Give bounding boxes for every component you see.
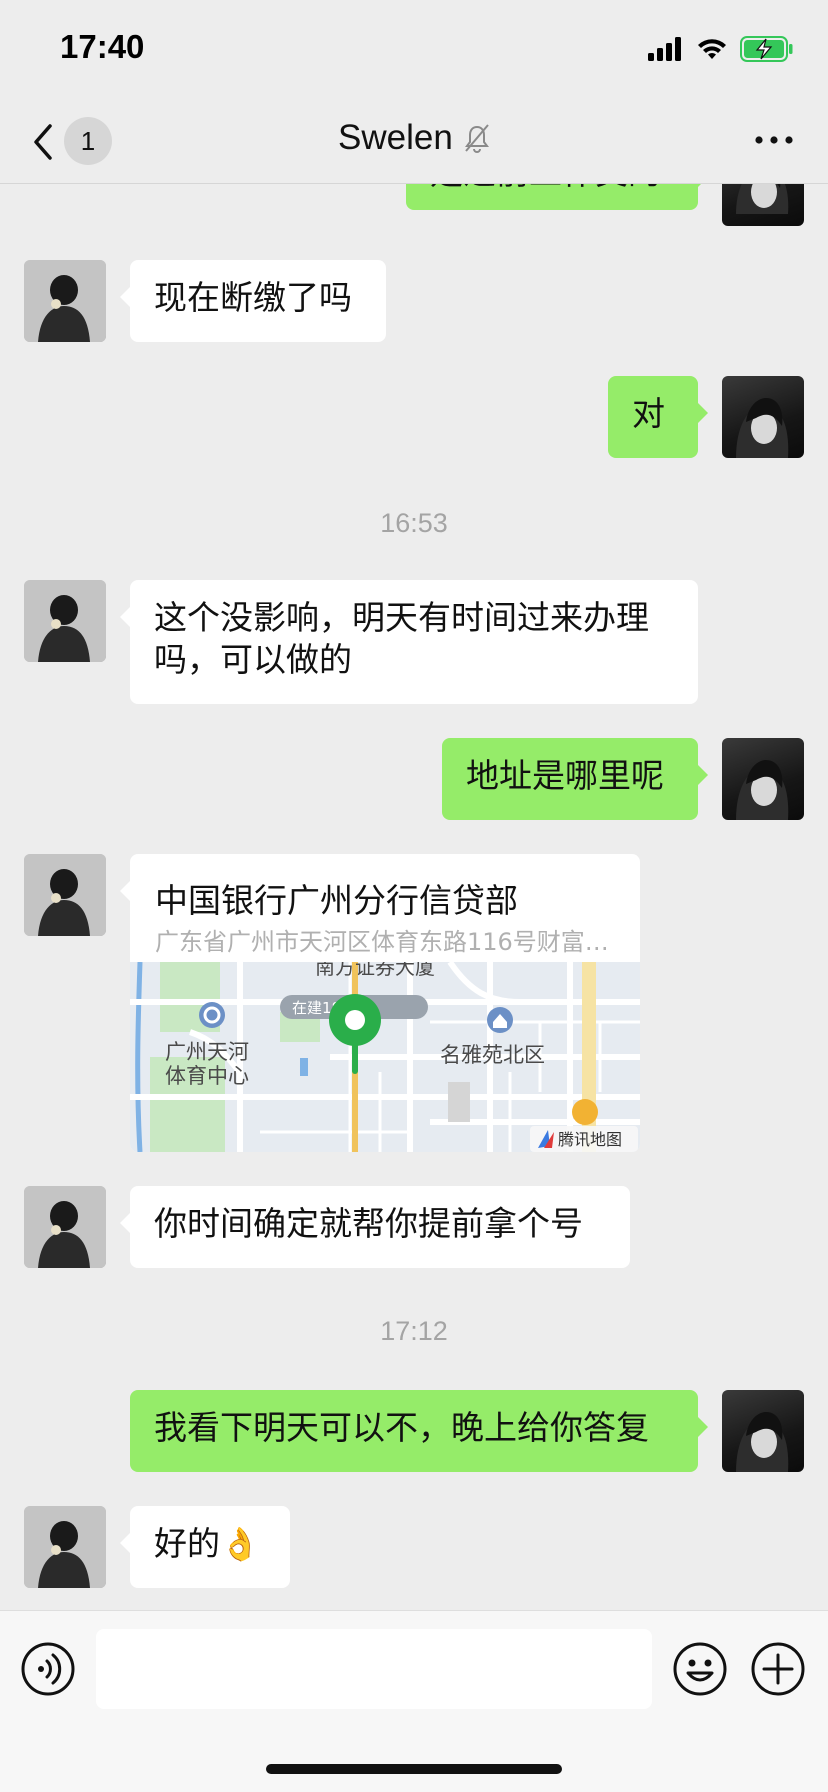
message-sent[interactable]: 对	[608, 376, 708, 458]
avatar-contact[interactable]	[24, 1186, 106, 1268]
map-preview: 南方证券大厦 在建18号线 广州天河 体育中心 名雅苑北区 腾讯地图	[130, 962, 640, 1152]
bubble-tail	[120, 881, 130, 901]
avatar-contact[interactable]	[24, 1506, 106, 1588]
avatar-me[interactable]	[722, 738, 804, 820]
message-text: 是之前工作交的	[430, 184, 661, 192]
location-card[interactable]: 中国银行广州分行信贷部 广东省广州市天河区体育东路116号财富… 南方证券大厦 …	[130, 854, 640, 1152]
plus-button[interactable]	[750, 1641, 806, 1697]
message-received[interactable]: 现在断缴了吗	[120, 260, 386, 342]
message-received[interactable]: 好的👌	[120, 1506, 290, 1588]
message-text: 对	[632, 394, 665, 433]
map-label: 南方证券大厦	[315, 962, 435, 979]
location-name: 中国银行广州分行信贷部	[155, 881, 518, 920]
more-dots-icon	[755, 136, 793, 144]
status-time: 17:40	[60, 28, 145, 65]
message-input[interactable]	[96, 1629, 652, 1709]
emoji-button[interactable]	[672, 1641, 728, 1697]
location-address: 广东省广州市天河区体育东路116号财富…	[155, 928, 609, 956]
message-received[interactable]: 你时间确定就帮你提前拿个号	[120, 1186, 630, 1268]
wifi-icon	[698, 39, 726, 59]
voice-button[interactable]	[20, 1641, 76, 1697]
status-bar: 17:40	[0, 0, 828, 100]
chat-title: Swelen	[338, 118, 453, 157]
signal-icon	[648, 37, 681, 61]
message-received[interactable]: 这个没影响，明天有时间过来办理吗，可以做的	[120, 580, 698, 704]
avatar-contact[interactable]	[24, 580, 106, 662]
more-button[interactable]	[754, 130, 794, 150]
home-indicator[interactable]	[266, 1764, 562, 1774]
voice-icon	[21, 1642, 75, 1696]
avatar-me[interactable]	[722, 1390, 804, 1472]
message-text: 好的	[154, 1524, 220, 1563]
message-sent[interactable]: 地址是哪里呢	[442, 738, 708, 820]
timestamp: 16:53	[380, 508, 448, 538]
map-label: 广州天河	[165, 1040, 249, 1064]
avatar-me[interactable]	[722, 376, 804, 458]
avatar-contact[interactable]	[24, 854, 106, 936]
map-provider: 腾讯地图	[558, 1130, 622, 1149]
timestamp: 17:12	[380, 1316, 448, 1346]
message-text: 现在断缴了吗	[154, 278, 352, 317]
title-wrap: Swelen	[0, 118, 828, 158]
avatar-contact[interactable]	[24, 260, 106, 342]
message-text: 地址是哪里呢	[466, 756, 664, 795]
avatar-me[interactable]	[722, 184, 804, 226]
plus-icon	[751, 1642, 805, 1696]
map-label: 名雅苑北区	[440, 1043, 545, 1067]
ok-hand-emoji: 👌	[220, 1525, 260, 1563]
message-sent[interactable]: 是之前工作交的	[406, 184, 708, 210]
battery-charging-icon	[740, 36, 793, 62]
message-sent[interactable]: 我看下明天可以不，晚上给你答复	[130, 1390, 708, 1472]
mute-bell-icon	[464, 124, 489, 153]
chat-area[interactable]: 是之前工作交的 现在断缴了吗 对 16:53 这个没影响，明天有时间过来办理吗，…	[0, 184, 828, 1610]
message-text: 这个没影响，明天有时间过来办理吗，可以做的	[154, 598, 649, 679]
status-icons	[648, 36, 794, 62]
map-label: 体育中心	[165, 1064, 249, 1088]
emoji-icon	[673, 1642, 727, 1696]
message-text: 我看下明天可以不，晚上给你答复	[154, 1408, 649, 1447]
chat-header: 1 Swelen	[0, 100, 828, 184]
message-text: 你时间确定就帮你提前拿个号	[154, 1204, 583, 1243]
